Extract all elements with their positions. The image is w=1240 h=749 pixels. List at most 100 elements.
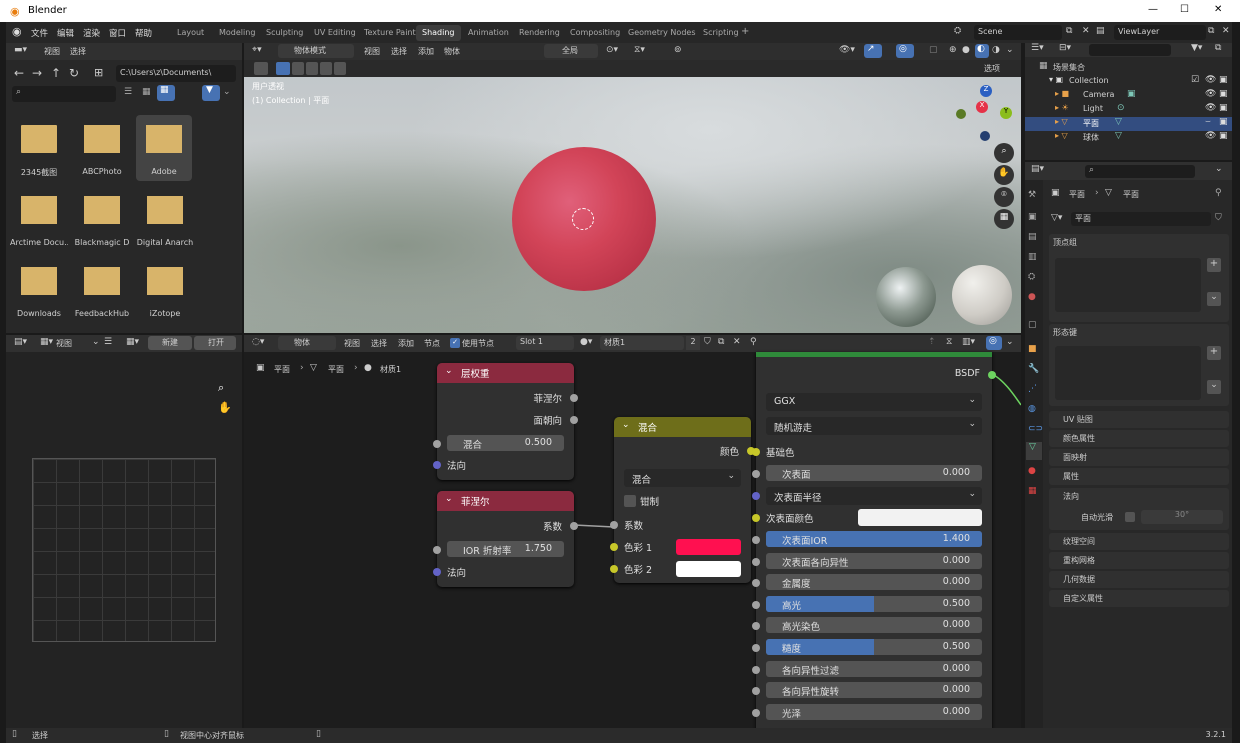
new-scene-icon[interactable]: ⧉ xyxy=(1066,26,1072,36)
menu-object[interactable]: 物体 xyxy=(444,46,460,57)
shading-wireframe-icon[interactable]: ⊕ xyxy=(949,45,957,55)
new-image-button[interactable]: 新建 xyxy=(148,336,192,350)
checkbox-icon[interactable]: ☑ xyxy=(1191,75,1199,85)
view-layer-tab-icon[interactable]: ▥ xyxy=(1028,252,1037,262)
menu-render[interactable]: 渲染 xyxy=(83,27,100,39)
remesh-section[interactable]: 重构网格 xyxy=(1049,552,1229,569)
bsdf-input-socket[interactable] xyxy=(752,622,760,631)
zoom-icon[interactable]: ⌕ xyxy=(994,143,1014,163)
subsurface-color-swatch[interactable] xyxy=(858,509,982,526)
gizmo-toggle-icon[interactable]: ↗ xyxy=(864,44,882,58)
subsurface-radius-dropdown[interactable]: 次表面半径 ⌄ xyxy=(766,487,982,505)
bsdf-input-socket[interactable] xyxy=(752,600,760,609)
attributes-section[interactable]: 属性 xyxy=(1049,468,1229,485)
add-vertex-group-button[interactable]: + xyxy=(1207,258,1221,272)
uv-grid[interactable] xyxy=(32,458,216,642)
collapse-chevron-icon[interactable]: ⌄ xyxy=(445,494,453,504)
zoom-icon[interactable]: ⌕ xyxy=(218,381,224,395)
pan-hand-icon[interactable]: ✋ xyxy=(218,401,232,414)
scene-tab-icon[interactable]: ⛭ xyxy=(1028,272,1035,282)
close-button[interactable]: ✕ xyxy=(1214,4,1222,15)
tab-geometry-nodes[interactable]: Geometry Nodes xyxy=(622,25,701,41)
nav-gizmo[interactable]: Z X Y xyxy=(956,85,1012,149)
snap-icon[interactable]: ⧖▾ xyxy=(634,45,645,55)
node-editor-panel[interactable]: ◌▾ 物体 视图 选择 添加 节点 ✓ 使用节点 Slot 1 ●▾ 材质1 2… xyxy=(244,335,1021,728)
menu-file[interactable]: 文件 xyxy=(31,27,48,39)
menu-select[interactable]: 选择 xyxy=(70,46,86,57)
outliner-row[interactable]: ▾ ▣ Collection ☑ 👁 ▣ xyxy=(1025,75,1232,89)
gizmo-z-icon[interactable]: Z xyxy=(980,85,992,97)
ior-input-socket[interactable] xyxy=(433,546,441,554)
fresnel-node-header[interactable]: 菲涅尔 xyxy=(437,491,574,511)
color1-input-socket[interactable] xyxy=(610,543,618,551)
bsdf-slider[interactable]: 高光 0.500 xyxy=(766,595,982,612)
viewport-3d[interactable]: ⌖▾ 物体模式 视图 选择 添加 物体 全局 ⊙▾ ⧖▾ ⊚ 👁▾ ↗ ◎ ▢ … xyxy=(244,43,1021,333)
outliner-filter-icon[interactable]: ▼▾ xyxy=(1191,43,1202,53)
tab-compositing[interactable]: Compositing xyxy=(564,25,626,41)
bsdf-input-socket[interactable] xyxy=(752,644,760,652)
xray-icon[interactable]: ▢ xyxy=(929,45,938,55)
layer-weight-node-header[interactable]: 层权重 xyxy=(437,363,574,383)
uv-maps-section[interactable]: UV 贴图 xyxy=(1049,411,1229,428)
menu-icon[interactable]: ☰ xyxy=(104,337,112,347)
shape-key-menu-button[interactable]: ⌄ xyxy=(1207,380,1221,394)
file-item[interactable]: Adobe xyxy=(136,115,192,181)
new-viewlayer-icon[interactable]: ⧉ xyxy=(1208,26,1214,36)
principled-bsdf-node[interactable]: BSDF GGX ⌄ 随机游走 ⌄ 基础色 次表面 0.000 次表面半径 ⌄ … xyxy=(752,352,996,728)
select-intersect-icon[interactable] xyxy=(320,62,332,75)
camera-render-icon[interactable]: ▣ xyxy=(1219,103,1228,113)
pin-icon[interactable]: ⚲ xyxy=(1215,188,1222,198)
editor-type-icon[interactable]: ▤▾ xyxy=(14,337,27,347)
file-item[interactable]: Downloads xyxy=(10,257,68,323)
texture-space-section[interactable]: 纹理空间 xyxy=(1049,533,1229,550)
base-color-input-socket[interactable] xyxy=(752,448,760,456)
mesh-name-field[interactable]: 平面 xyxy=(1071,212,1211,226)
eye-icon[interactable]: 👁 xyxy=(1205,103,1216,113)
menu-view[interactable]: 视图 xyxy=(364,46,380,57)
gizmo-neg-y-icon[interactable] xyxy=(956,109,966,119)
file-item[interactable]: 2345截图 xyxy=(10,115,68,181)
bsdf-input-socket[interactable] xyxy=(752,557,760,566)
tab-layout[interactable]: Layout xyxy=(171,25,210,41)
open-image-button[interactable]: 打开 xyxy=(194,336,236,350)
properties-editor-icon[interactable]: ▤▾ xyxy=(1031,164,1044,174)
bsdf-slider[interactable]: 次表面IOR 1.400 xyxy=(766,531,982,547)
add-shape-key-button[interactable]: + xyxy=(1207,346,1221,360)
bsdf-slider[interactable]: 光泽 0.000 xyxy=(766,703,982,720)
particles-tab-icon[interactable]: ⋰ xyxy=(1028,384,1037,394)
data-tab-icon[interactable]: ▽ xyxy=(1026,442,1042,460)
gizmo-x-icon[interactable]: X xyxy=(976,101,988,113)
subsurface-color-input-socket[interactable] xyxy=(752,514,760,522)
menu-edit[interactable]: 编辑 xyxy=(57,27,74,39)
camera-render-icon[interactable]: ▣ xyxy=(1219,131,1228,141)
forward-icon[interactable]: → xyxy=(32,66,42,80)
auto-smooth-checkbox[interactable] xyxy=(1125,512,1135,522)
camera-render-icon[interactable]: ▣ xyxy=(1219,75,1228,85)
refresh-icon[interactable]: ↻ xyxy=(69,66,79,80)
tab-modeling[interactable]: Modeling xyxy=(213,25,261,41)
file-search-input[interactable] xyxy=(12,86,116,102)
shading-material-icon[interactable]: ◐ xyxy=(975,44,989,58)
tab-scripting[interactable]: Scripting xyxy=(697,25,745,41)
shading-dropdown-icon[interactable]: ⌄ xyxy=(1006,45,1014,55)
subsurface-radius-input-socket[interactable] xyxy=(752,492,760,500)
delete-scene-icon[interactable]: ✕ xyxy=(1082,26,1090,36)
tab-shading[interactable]: Shading xyxy=(416,25,461,41)
bsdf-input-socket[interactable] xyxy=(752,708,760,717)
editor-type-icon[interactable]: ⌖▾ xyxy=(252,45,262,55)
subsurface-input-socket[interactable] xyxy=(752,470,760,478)
maximize-button[interactable]: ☐ xyxy=(1180,4,1189,15)
outliner-row[interactable]: ▸ ☀ Light ⊙ 👁 ▣ xyxy=(1025,103,1232,117)
editor-type-icon[interactable]: ▬▾ xyxy=(14,45,27,55)
proportional-icon[interactable]: ⊚ xyxy=(674,45,682,55)
file-item[interactable]: Arctime Docu... xyxy=(10,186,68,252)
shading-rendered-icon[interactable]: ◑ xyxy=(992,45,1000,55)
menu-view[interactable]: 视图 xyxy=(44,46,60,57)
bsdf-input-socket[interactable] xyxy=(752,536,760,544)
menu-add[interactable]: 添加 xyxy=(418,46,434,57)
vertex-group-menu-button[interactable]: ⌄ xyxy=(1207,292,1221,306)
menu-select[interactable]: 选择 xyxy=(391,46,407,57)
color2-swatch[interactable] xyxy=(676,561,741,577)
path-field[interactable]: C:\Users\z\Documents\ xyxy=(116,65,236,82)
bsdf-slider[interactable]: 各向异性过滤 0.000 xyxy=(766,660,982,677)
